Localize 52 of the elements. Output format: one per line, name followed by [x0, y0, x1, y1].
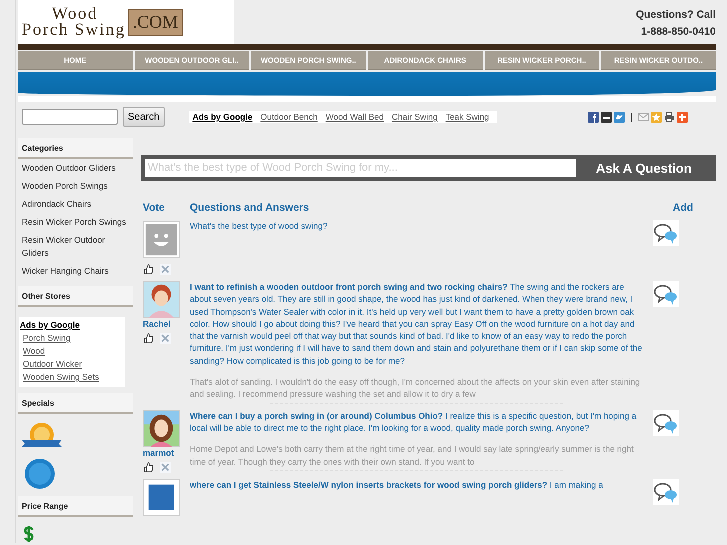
- ads-label[interactable]: Ads by Google: [20, 320, 80, 330]
- contact-text: Questions? Call: [636, 8, 716, 23]
- category-link[interactable]: Wicker Hanging Chairs: [18, 262, 133, 280]
- avatar-icon: [143, 281, 180, 318]
- share-plus-icon[interactable]: [677, 112, 688, 122]
- ad-link[interactable]: Wood: [20, 345, 124, 358]
- bookmark-star-icon[interactable]: [651, 112, 662, 122]
- sidebar-heading: Price Range: [18, 496, 133, 517]
- ad-link[interactable]: Outdoor Wicker: [20, 358, 124, 371]
- ads-label[interactable]: Ads by Google: [192, 112, 253, 122]
- ad-link[interactable]: Wood Wall Bed: [326, 112, 384, 122]
- answer-text: Home Depot and Lowe's both carry them at the right time of year, and I would say late spring/early summer is the right time of year. Though they carry the ones with their own stand. If you want to: [190, 443, 635, 468]
- category-link[interactable]: Wooden Outdoor Gliders: [18, 159, 133, 177]
- user-name[interactable]: marmot: [143, 448, 190, 458]
- thumbs-up-icon[interactable]: [143, 264, 154, 275]
- ad-link[interactable]: Chair Swing: [392, 112, 438, 122]
- speech-bubbles-icon[interactable]: [653, 220, 679, 246]
- speech-bubbles-icon[interactable]: [653, 281, 679, 307]
- ad-link[interactable]: Outdoor Bench: [260, 112, 318, 122]
- sidebar-heading: Categories: [18, 138, 133, 159]
- ad-link[interactable]: Teak Swing: [446, 112, 490, 122]
- sidebar-heading: Specials: [18, 393, 133, 414]
- thumbs-up-icon[interactable]: [143, 333, 154, 344]
- dollar-icon[interactable]: [23, 525, 35, 543]
- question-text[interactable]: I want to refinish a wooden outdoor front porch swing and two rocking chairs? The swing and the rockers are about seven years old. They are still in good shape, the wood has just kind of darkened. When they were brand new, I used Thompson's Water Sealer with color in it. It's held up very well but I want them to have a pretty golden brown oak color. How should I go about doing this? I've heard that you can spray Easy Off on the wood furniture on a hot day and that the varnish would peel off that way but that sounds kind of bad. I'd like to know of an easy way to redo the porch furniture. I'm just wondering if I will have to sand them down and stain and polyurethane them or if I can skip some of the sanding? How complicated is this job going to be for me?: [190, 281, 643, 368]
- facebook-icon[interactable]: [588, 112, 599, 122]
- contact-text: 1-888-850-0410: [640, 25, 716, 40]
- thumbs-up-icon[interactable]: [143, 462, 154, 473]
- category-link[interactable]: Resin Wicker Porch Swings: [18, 213, 133, 231]
- question-text[interactable]: Where can I buy a porch swing in (or around) Columbus Ohio? I realize this is a specific question, but I'm hoping a local will be able to direct me to the right place. I'm looking for a wood, quality made porch swing. Anyone?: [190, 410, 643, 434]
- answer-text: That's alot of sanding. I wouldn't do the easy off though, I'm concerned about the affects on your skin even after staining and sealing. I recommend pressure washing the set and allow it to dry a few: [190, 376, 642, 401]
- avatar-icon: [143, 410, 180, 447]
- question-text[interactable]: where can I get Stainless Steele/W nylon inserts brackets for wood swing porch gliders? I am making a: [190, 478, 643, 491]
- ad-link[interactable]: Wooden Swing Sets: [20, 371, 124, 384]
- ask-question-button[interactable]: Ask A Question: [576, 160, 712, 176]
- search-button[interactable]: Search: [123, 107, 165, 127]
- print-icon[interactable]: [664, 112, 675, 122]
- question-text[interactable]: What's the best type of wood swing?: [190, 220, 643, 232]
- search-field[interactable]: [22, 109, 118, 125]
- ad-link[interactable]: Porch Swing: [20, 332, 124, 345]
- question-avatar-icon: [143, 478, 180, 516]
- smiley-avatar-icon: [143, 220, 180, 260]
- category-link[interactable]: Wooden Porch Swings: [18, 177, 133, 195]
- column-heading: Questions and Answers: [190, 202, 310, 214]
- user-name[interactable]: Rachel: [143, 319, 190, 329]
- speech-bubbles-icon[interactable]: [653, 478, 679, 505]
- column-heading: Vote: [142, 202, 166, 214]
- column-heading: Add: [673, 202, 694, 214]
- category-link[interactable]: Resin Wicker Outdoor Gliders: [18, 231, 133, 262]
- sidebar-heading: Other Stores: [18, 286, 133, 307]
- category-link[interactable]: Adirondack Chairs: [18, 195, 133, 213]
- speech-bubbles-icon[interactable]: [653, 410, 679, 436]
